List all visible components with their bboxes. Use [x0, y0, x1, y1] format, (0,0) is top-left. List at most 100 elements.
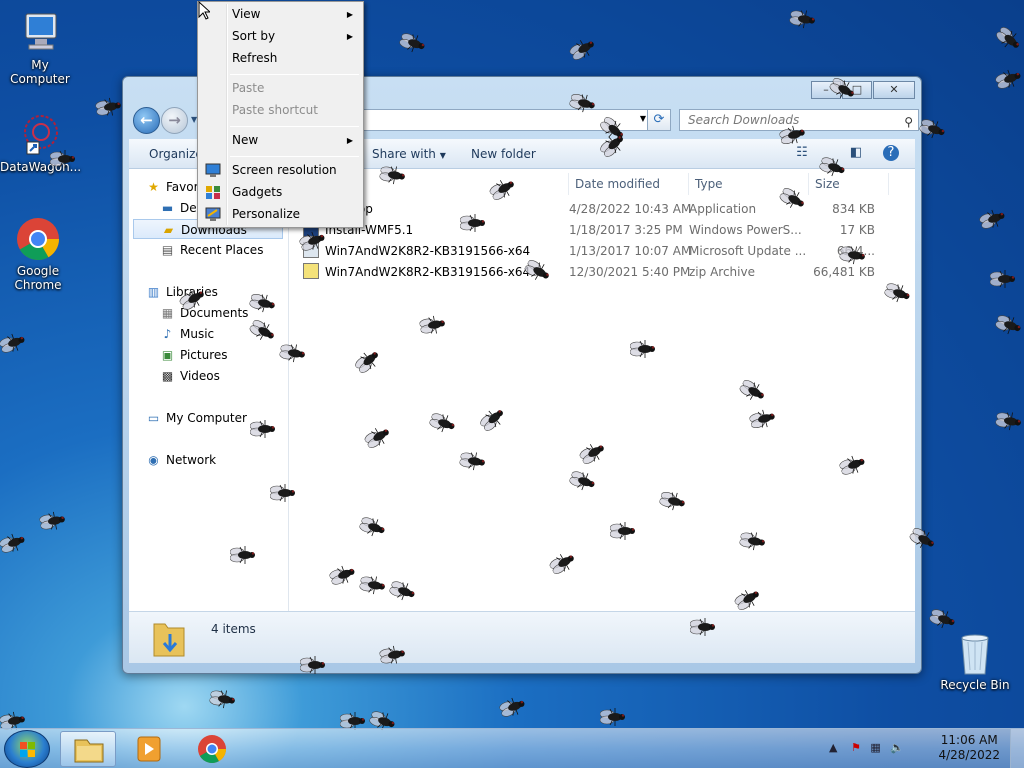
nav-label: Documents: [180, 306, 249, 320]
media-player-icon: [137, 736, 161, 762]
computer-icon: [17, 10, 63, 56]
volume-icon[interactable]: 🔈: [890, 741, 904, 754]
start-button[interactable]: [4, 730, 50, 768]
nav-label: My Computer: [166, 411, 247, 425]
menu-item-gadgets[interactable]: Gadgets: [200, 182, 361, 203]
menu-item-refresh[interactable]: Refresh: [200, 48, 361, 69]
desktop-icon-datawagon[interactable]: DataWagon...: [0, 112, 82, 174]
forward-button[interactable]: →: [161, 107, 188, 134]
view-options-icon[interactable]: ☷: [793, 145, 811, 161]
network-icon: ◉: [148, 453, 159, 467]
taskbar-chrome-button[interactable]: [184, 731, 240, 767]
menu-item-paste: Paste: [200, 78, 361, 99]
nav-documents[interactable]: ▦ Documents: [159, 303, 249, 323]
fly-icon: [789, 8, 818, 30]
item-count: 4 items: [211, 622, 256, 636]
nav-pictures[interactable]: ▣ Pictures: [159, 345, 228, 365]
file-row[interactable]: Win7AndW2K8R2-KB3191566-x64 1/13/2017 10…: [303, 241, 893, 262]
documents-icon: ▦: [161, 306, 174, 320]
clock[interactable]: 11:06 AM 4/28/2022: [938, 733, 1000, 763]
fly-icon: [995, 410, 1024, 432]
taskbar-explorer-button[interactable]: [60, 731, 116, 767]
action-center-icon[interactable]: ⚑: [851, 741, 861, 754]
address-dropdown-icon[interactable]: ▼: [640, 114, 646, 123]
menu-item-screen-resolution[interactable]: Screen resolution: [200, 160, 361, 181]
computer-icon: ▭: [147, 411, 160, 425]
network-icon[interactable]: ▦: [870, 741, 880, 754]
menu-label: New: [232, 133, 259, 147]
recycle-bin-icon: [952, 630, 998, 676]
file-size: 834 KB: [832, 202, 875, 216]
clock-date: 4/28/2022: [938, 748, 1000, 762]
nav-my-computer[interactable]: ▭ My Computer: [145, 408, 247, 428]
update-package-icon: [303, 242, 319, 258]
chevron-right-icon: ▶: [346, 136, 353, 145]
column-header-size[interactable]: Size: [809, 173, 889, 195]
fly-icon: [95, 96, 124, 118]
desktop-icon-recycle-bin[interactable]: Recycle Bin: [935, 630, 1015, 692]
menu-separator: [230, 74, 359, 75]
nav-videos[interactable]: ▩ Videos: [159, 366, 220, 386]
show-hidden-icons-icon[interactable]: ▲: [829, 741, 837, 754]
column-header-date[interactable]: Date modified: [569, 173, 689, 195]
details-pane: 4 items: [129, 611, 915, 663]
videos-icon: ▩: [161, 369, 174, 383]
fly-icon: [994, 66, 1024, 92]
menu-label: Personalize: [232, 207, 301, 221]
taskbar-media-player-button[interactable]: [122, 731, 178, 767]
file-date: 4/28/2022 10:43 AM: [569, 202, 692, 216]
chevron-right-icon: ▶: [346, 10, 353, 19]
address-bar[interactable]: ▼: [361, 109, 651, 131]
show-desktop-button[interactable]: [1010, 729, 1024, 768]
nav-label: Music: [180, 327, 215, 341]
share-with-button[interactable]: Share with ▼: [372, 147, 446, 161]
maximize-button[interactable]: □: [842, 81, 872, 99]
fly-icon: [993, 24, 1024, 55]
fly-icon: [0, 330, 28, 356]
menu-label: Screen resolution: [232, 163, 337, 177]
nav-libraries[interactable]: ▥ Libraries: [145, 282, 218, 302]
menu-separator: [230, 156, 359, 157]
preview-pane-icon[interactable]: ◧: [847, 145, 865, 161]
nav-label: Network: [166, 453, 217, 467]
menu-item-sort-by[interactable]: Sort by ▶: [200, 26, 361, 47]
desktop-icon-chrome[interactable]: Google Chrome: [0, 216, 78, 292]
zip-archive-icon: [303, 263, 319, 279]
fly-icon: [994, 312, 1024, 338]
back-button[interactable]: ←: [133, 107, 160, 134]
close-button[interactable]: ✕: [873, 81, 915, 99]
menu-item-view[interactable]: View ▶: [200, 4, 361, 25]
help-icon[interactable]: ?: [883, 145, 899, 161]
nav-recent-places[interactable]: ▤ Recent Places: [159, 240, 264, 260]
desktop-icon-label: Recycle Bin: [940, 678, 1010, 692]
menu-item-personalize[interactable]: Personalize: [200, 204, 361, 225]
search-input[interactable]: Search Downloads ⚲: [679, 109, 919, 131]
new-folder-button[interactable]: New folder: [471, 147, 536, 161]
file-row[interactable]: Install-WMF5.1 1/18/2017 3:25 PM Windows…: [303, 220, 893, 241]
organize-button[interactable]: Organize: [149, 147, 203, 161]
file-type: Microsoft Update ...: [689, 244, 807, 258]
file-row[interactable]: desktop 4/28/2022 10:43 AM Application 8…: [303, 199, 893, 220]
menu-item-paste-shortcut: Paste shortcut: [200, 100, 361, 121]
file-type: Windows PowerS...: [689, 223, 802, 237]
menu-item-new[interactable]: New ▶: [200, 130, 361, 151]
navigation-pane: ★Favorites ▬Desktop ▰Downloads ▤Recent P…: [129, 169, 289, 611]
nav-label: Recent Places: [180, 243, 264, 257]
menu-separator: [230, 126, 359, 127]
file-row[interactable]: Win7AndW2K8R2-KB3191566-x64 12/30/2021 5…: [303, 262, 893, 283]
nav-music[interactable]: ♪ Music: [159, 324, 215, 344]
desktop-icon-label: DataWagon...: [0, 160, 82, 174]
clock-time: 11:06 AM: [940, 733, 998, 747]
fly-icon: [398, 30, 429, 56]
desktop-icon-my-computer[interactable]: My Computer: [0, 10, 80, 86]
minimize-button[interactable]: –: [811, 81, 841, 99]
column-header-type[interactable]: Type: [689, 173, 809, 195]
menu-label: Sort by: [232, 29, 276, 43]
fly-icon: [989, 270, 1016, 288]
desktop-icon-label: Google Chrome: [14, 264, 62, 292]
refresh-icon[interactable]: ⟳: [647, 109, 671, 131]
nav-network[interactable]: ◉ Network: [145, 450, 216, 470]
menu-label: View: [232, 7, 261, 21]
gadgets-icon: [205, 185, 221, 200]
search-placeholder: Search Downloads: [688, 113, 800, 127]
